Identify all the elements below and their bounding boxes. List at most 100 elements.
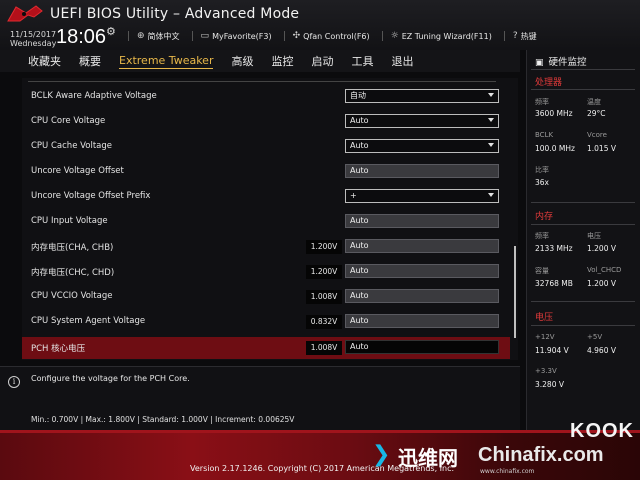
rog-logo-icon [7, 5, 43, 22]
help-panel: i Configure the voltage for the PCH Core… [0, 366, 520, 430]
info-icon: i [8, 376, 20, 388]
setting-label: CPU Cache Voltage [31, 141, 113, 151]
settings-scrollbar-thumb[interactable] [514, 246, 516, 338]
memory-frequency-value: 2133 MHz [535, 244, 573, 253]
5v-label: +5V [587, 333, 603, 341]
tab-favorites[interactable]: 收藏夹 [28, 53, 61, 69]
setting-row-cpu-system-agent-voltage[interactable]: CPU System Agent Voltage 0.832V Auto [22, 311, 510, 333]
5v-value: 4.960 V [587, 346, 616, 355]
cpu-input-voltage-input[interactable]: Auto [345, 214, 499, 228]
setting-label: 内存电压(CHA, CHB) [31, 243, 114, 253]
tab-exit[interactable]: 退出 [391, 53, 413, 69]
cpu-core-voltage-select[interactable]: Auto [345, 114, 499, 128]
day-text: Wednesday [10, 39, 57, 48]
header-bar: UEFI BIOS Utility – Advanced Mode 11/15/… [0, 0, 640, 50]
setting-row-uncore-voltage-offset-prefix[interactable]: Uncore Voltage Offset Prefix + [22, 186, 510, 208]
app-title: UEFI BIOS Utility – Advanced Mode [50, 6, 300, 22]
cpu-temperature-value: 29°C [587, 109, 606, 118]
chinafix-watermark-url: www.chinafix.com [480, 468, 535, 475]
qfan-control-button[interactable]: ✣ Qfan Control(F6) [293, 31, 370, 41]
12v-value: 11.904 V [535, 346, 569, 355]
chevron-down-icon [488, 118, 494, 122]
uncore-voltage-offset-input[interactable]: Auto [345, 164, 499, 178]
tab-tool[interactable]: 工具 [351, 53, 373, 69]
hardware-monitor-title: ▣ 硬件监控 [535, 54, 587, 68]
select-value: + [350, 191, 357, 200]
setting-row-pch-core-voltage[interactable]: PCH 核心电压 1.008V Auto [22, 337, 510, 359]
qfan-label: Qfan Control(F6) [303, 31, 370, 41]
bclk-label: BCLK [535, 131, 554, 139]
voltage-range-specs: Min.: 0.700V | Max.: 1.800V | Standard: … [31, 415, 295, 424]
date-text: 11/15/2017 [10, 30, 57, 39]
setting-row-dram-voltage-cha-chb[interactable]: 内存电压(CHA, CHB) 1.200V Auto [22, 236, 510, 258]
memory-voltage-value: 1.200 V [587, 244, 616, 253]
toolbar-divider [191, 31, 193, 41]
clock-settings-gear-icon[interactable]: ⚙ [106, 25, 116, 38]
setting-row-cpu-cache-voltage[interactable]: CPU Cache Voltage Auto [22, 136, 510, 158]
panel-divider [531, 325, 635, 326]
globe-icon: ⊕ [137, 31, 145, 41]
tab-monitor[interactable]: 监控 [271, 53, 293, 69]
select-value: Auto [350, 116, 369, 125]
current-voltage-readout: 1.200V [306, 240, 342, 254]
cpu-frequency-label: 频率 [535, 98, 549, 106]
bclk-aware-adaptive-voltage-select[interactable]: 自动 [345, 89, 499, 103]
cpu-cache-voltage-select[interactable]: Auto [345, 139, 499, 153]
hotkeys-label: 热键 [520, 31, 537, 41]
date-display: 11/15/2017 Wednesday [10, 30, 56, 48]
current-voltage-readout: 0.832V [306, 315, 342, 329]
watermark-cn-text: 迅维网 [398, 446, 458, 470]
toolbar-divider [128, 31, 129, 41]
pch-core-voltage-input[interactable]: Auto [345, 340, 499, 354]
setting-label: CPU Core Voltage [31, 116, 106, 126]
time-display: 18:06 [56, 26, 107, 48]
question-icon: ? [512, 31, 518, 41]
memory-section-title: 内存 [535, 212, 554, 222]
12v-label: +12V [535, 333, 555, 341]
hotkeys-button[interactable]: ? 热键 [513, 31, 537, 42]
bulb-icon: ☼ [390, 31, 399, 41]
setting-row-cpu-input-voltage[interactable]: CPU Input Voltage Auto [22, 211, 510, 233]
help-description: Configure the voltage for the PCH Core. [31, 374, 190, 383]
setting-row-uncore-voltage-offset[interactable]: Uncore Voltage Offset Auto [22, 161, 510, 183]
ratio-label: 比率 [535, 166, 549, 174]
setting-label: CPU Input Voltage [31, 216, 108, 226]
tab-boot[interactable]: 启动 [311, 53, 333, 69]
memory-voltage-label: 电压 [587, 232, 601, 240]
setting-label: CPU VCCIO Voltage [31, 291, 113, 301]
vcore-value: 1.015 V [587, 144, 616, 153]
ez-tuning-label: EZ Tuning Wizard(F11) [401, 31, 492, 41]
toolbar-divider [503, 31, 505, 41]
memory-capacity-label: 容量 [535, 267, 549, 275]
panel-divider [531, 89, 635, 90]
setting-row-cpu-vccio-voltage[interactable]: CPU VCCIO Voltage 1.008V Auto [22, 286, 510, 308]
cpu-frequency-value: 3600 MHz [535, 109, 573, 118]
select-value: Auto [350, 141, 369, 150]
3v3-label: +3.3V [535, 367, 557, 375]
myfavorite-button[interactable]: ▭ MyFavorite(F3) [201, 31, 272, 41]
toolbar-divider [283, 31, 285, 41]
setting-row-cpu-core-voltage[interactable]: CPU Core Voltage Auto [22, 111, 510, 133]
tab-extreme-tweaker[interactable]: Extreme Tweaker [119, 54, 214, 69]
cpu-vccio-voltage-input[interactable]: Auto [345, 289, 499, 303]
setting-row-bclk-aware-adaptive-voltage[interactable]: BCLK Aware Adaptive Voltage 自动 [22, 86, 510, 108]
monitor-icon: ▣ [535, 58, 544, 68]
ez-tuning-wizard-button[interactable]: ☼ EZ Tuning Wizard(F11) [391, 31, 492, 41]
uncore-voltage-offset-prefix-select[interactable]: + [345, 189, 499, 203]
voltage-section-title: 电压 [535, 313, 554, 323]
footer-accent-stripe [0, 430, 640, 433]
chevron-down-icon [488, 193, 494, 197]
language-button[interactable]: ⊕ 简体中文 [137, 31, 180, 42]
vol-chcd-label: Vol_CHCD [587, 266, 622, 274]
cpu-system-agent-voltage-input[interactable]: Auto [345, 314, 499, 328]
chinafix-watermark-en: Chinafix.com [478, 444, 604, 466]
setting-row-dram-voltage-chc-chd[interactable]: 内存电压(CHC, CHD) 1.200V Auto [22, 261, 510, 283]
current-voltage-readout: 1.200V [306, 265, 342, 279]
bclk-value: 100.0 MHz [535, 144, 575, 153]
tab-main[interactable]: 概要 [79, 53, 101, 69]
setting-label: CPU System Agent Voltage [31, 316, 146, 326]
tab-advanced[interactable]: 高级 [231, 53, 253, 69]
setting-label: Uncore Voltage Offset Prefix [31, 191, 151, 201]
dram-voltage-cha-chb-input[interactable]: Auto [345, 239, 499, 253]
dram-voltage-chc-chd-input[interactable]: Auto [345, 264, 499, 278]
